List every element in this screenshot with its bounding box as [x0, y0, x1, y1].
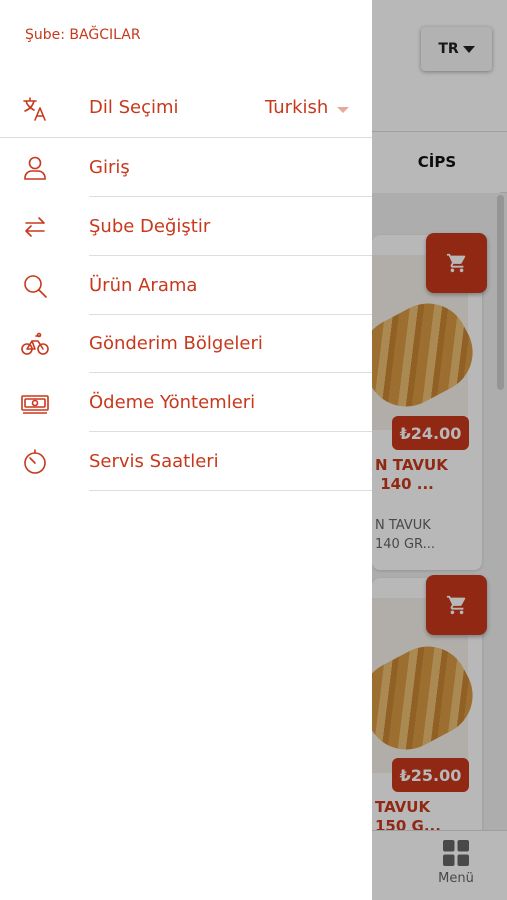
- menu-item-product-search[interactable]: Ürün Arama: [0, 257, 372, 315]
- bicycle-icon: [20, 329, 50, 359]
- menu-item-change-branch[interactable]: Şube Değiştir: [0, 198, 372, 256]
- menu-item-label: Servis Saatleri: [89, 451, 219, 472]
- side-drawer: Şube: BAĞCILAR Dil Seçimi Turkish Giriş: [0, 0, 372, 900]
- menu-item-service-hours[interactable]: Servis Saatleri: [0, 433, 372, 491]
- menu-item-label: Ödeme Yöntemleri: [89, 392, 256, 413]
- divider: [89, 372, 372, 373]
- divider: [89, 196, 372, 197]
- menu-item-label: Giriş: [89, 157, 130, 178]
- search-icon: [20, 271, 50, 301]
- menu-item-login[interactable]: Giriş: [0, 139, 372, 197]
- timer-icon: [20, 447, 50, 477]
- menu-item-label: Gönderim Bölgeleri: [89, 333, 263, 354]
- cash-icon: [20, 388, 50, 418]
- divider: [89, 255, 372, 256]
- menu-item-label: Şube Değiştir: [89, 216, 211, 237]
- user-icon: [20, 153, 50, 183]
- translate-icon: [20, 94, 50, 124]
- language-value: Turkish: [265, 97, 329, 118]
- menu-item-label: Ürün Arama: [89, 275, 198, 296]
- divider: [89, 431, 372, 432]
- divider: [89, 490, 372, 491]
- swap-icon: [20, 212, 50, 242]
- menu-item-delivery-areas[interactable]: Gönderim Bölgeleri: [0, 315, 372, 373]
- branch-label: Şube: BAĞCILAR: [25, 27, 141, 43]
- chevron-down-icon: [337, 107, 349, 113]
- language-selector-row[interactable]: Dil Seçimi Turkish: [0, 80, 372, 138]
- menu-item-payment-methods[interactable]: Ödeme Yöntemleri: [0, 374, 372, 432]
- language-label: Dil Seçimi: [89, 97, 179, 118]
